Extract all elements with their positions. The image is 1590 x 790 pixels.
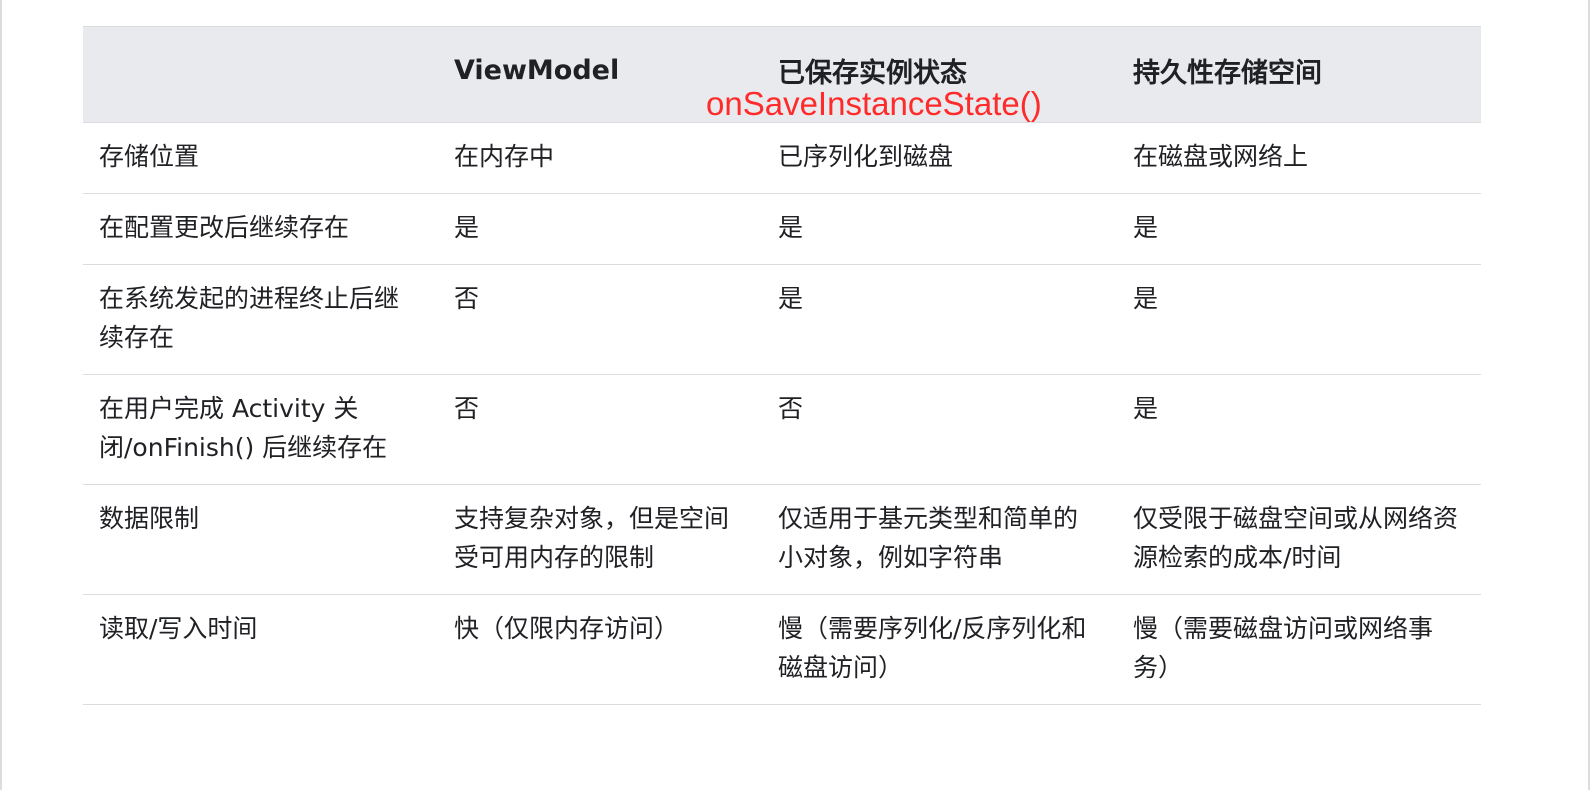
comparison-table-container: ViewModel 已保存实例状态 onSaveInstanceState() … [83,26,1481,705]
table-row: 数据限制 支持复杂对象，但是空间受可用内存的限制 仅适用于基元类型和简单的小对象… [83,484,1481,595]
header-cell-saved-instance-state: 已保存实例状态 onSaveInstanceState() [706,26,1117,123]
table-row: 存储位置 在内存中 已序列化到磁盘 在磁盘或网络上 [83,122,1481,194]
table-cell: 否 [438,264,762,375]
table-cell: 在内存中 [438,122,762,194]
header-cell-persistent-storage: 持久性存储空间 [1117,26,1481,123]
table-cell: 快（仅限内存访问） [438,594,762,705]
table-row: 在配置更改后继续存在 是 是 是 [83,193,1481,265]
table-cell: 是 [1117,193,1481,265]
table-cell: 否 [762,374,1117,485]
row-label-data-limits: 数据限制 [83,484,438,595]
table-cell: 支持复杂对象，但是空间受可用内存的限制 [438,484,762,595]
table-cell: 是 [762,264,1117,375]
table-cell: 否 [438,374,762,485]
table-row: 在系统发起的进程终止后继续存在 否 是 是 [83,264,1481,375]
header-persistent-storage-label: 持久性存储空间 [1133,58,1322,89]
page: ViewModel 已保存实例状态 onSaveInstanceState() … [0,0,1590,790]
table-cell: 仅受限于磁盘空间或从网络资源检索的成本/时间 [1117,484,1481,595]
table-row: 读取/写入时间 快（仅限内存访问） 慢（需要序列化/反序列化和磁盘访问） 慢（需… [83,594,1481,705]
row-label-read-write-time: 读取/写入时间 [83,594,438,705]
red-annotation-onsaveinstancestate: onSaveInstanceState() [706,85,1042,122]
table-header-row: ViewModel 已保存实例状态 onSaveInstanceState() … [83,26,1481,123]
table-cell: 慢（需要序列化/反序列化和磁盘访问） [762,594,1117,705]
table-cell: 是 [1117,264,1481,375]
comparison-table: ViewModel 已保存实例状态 onSaveInstanceState() … [83,26,1481,705]
row-label-process-death: 在系统发起的进程终止后继续存在 [83,264,438,375]
table-cell: 在磁盘或网络上 [1117,122,1481,194]
table-cell: 是 [762,193,1117,265]
row-label-storage-location: 存储位置 [83,122,438,194]
header-viewmodel-label: ViewModel [454,55,620,86]
table-cell: 已序列化到磁盘 [762,122,1117,194]
table-cell: 是 [438,193,762,265]
row-label-activity-finish: 在用户完成 Activity 关闭/onFinish() 后继续存在 [83,374,438,485]
row-label-config-change: 在配置更改后继续存在 [83,193,438,265]
header-cell-empty [83,26,438,123]
table-cell: 仅适用于基元类型和简单的小对象，例如字符串 [762,484,1117,595]
table-cell: 慢（需要磁盘访问或网络事务） [1117,594,1481,705]
table-row: 在用户完成 Activity 关闭/onFinish() 后继续存在 否 否 是 [83,374,1481,485]
table-cell: 是 [1117,374,1481,485]
